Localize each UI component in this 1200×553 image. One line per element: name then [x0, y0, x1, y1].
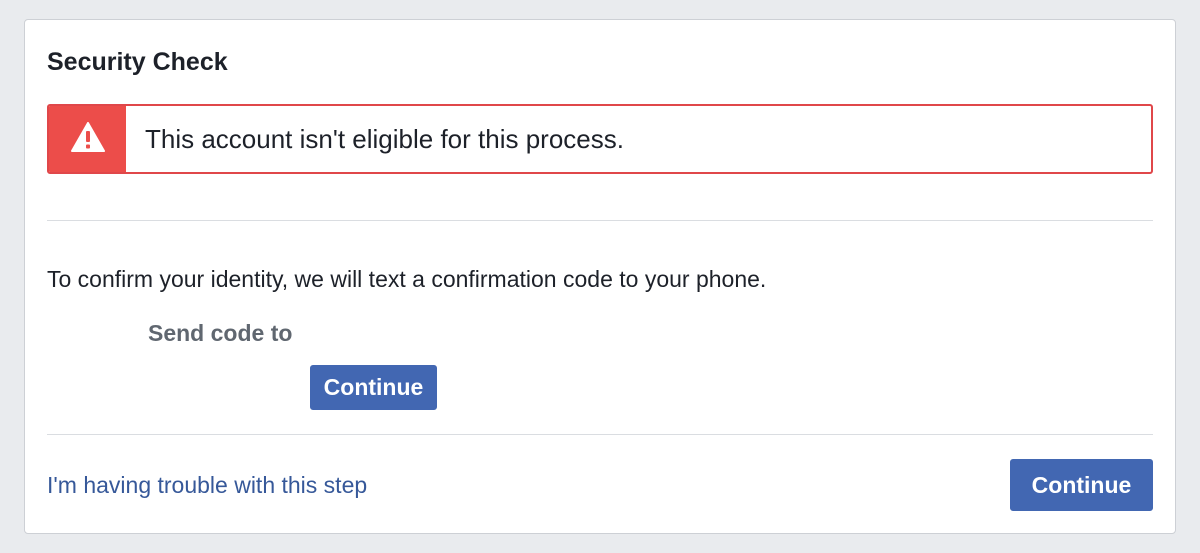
instruction-text: To confirm your identity, we will text a… — [47, 266, 767, 292]
send-code-label: Send code to — [148, 320, 293, 346]
security-check-card: Security Check This account isn't eligib… — [24, 19, 1176, 534]
error-alert: This account isn't eligible for this pro… — [47, 104, 1153, 174]
footer-continue-button[interactable]: Continue — [1010, 459, 1153, 511]
divider-bottom — [47, 434, 1153, 435]
trouble-link[interactable]: I'm having trouble with this step — [47, 471, 367, 499]
page-title: Security Check — [47, 48, 228, 76]
send-code-continue-button[interactable]: Continue — [310, 365, 437, 410]
alert-message: This account isn't eligible for this pro… — [145, 123, 624, 154]
alert-icon-box — [49, 106, 126, 172]
divider-top — [47, 220, 1153, 221]
warning-triangle-icon — [70, 121, 105, 157]
